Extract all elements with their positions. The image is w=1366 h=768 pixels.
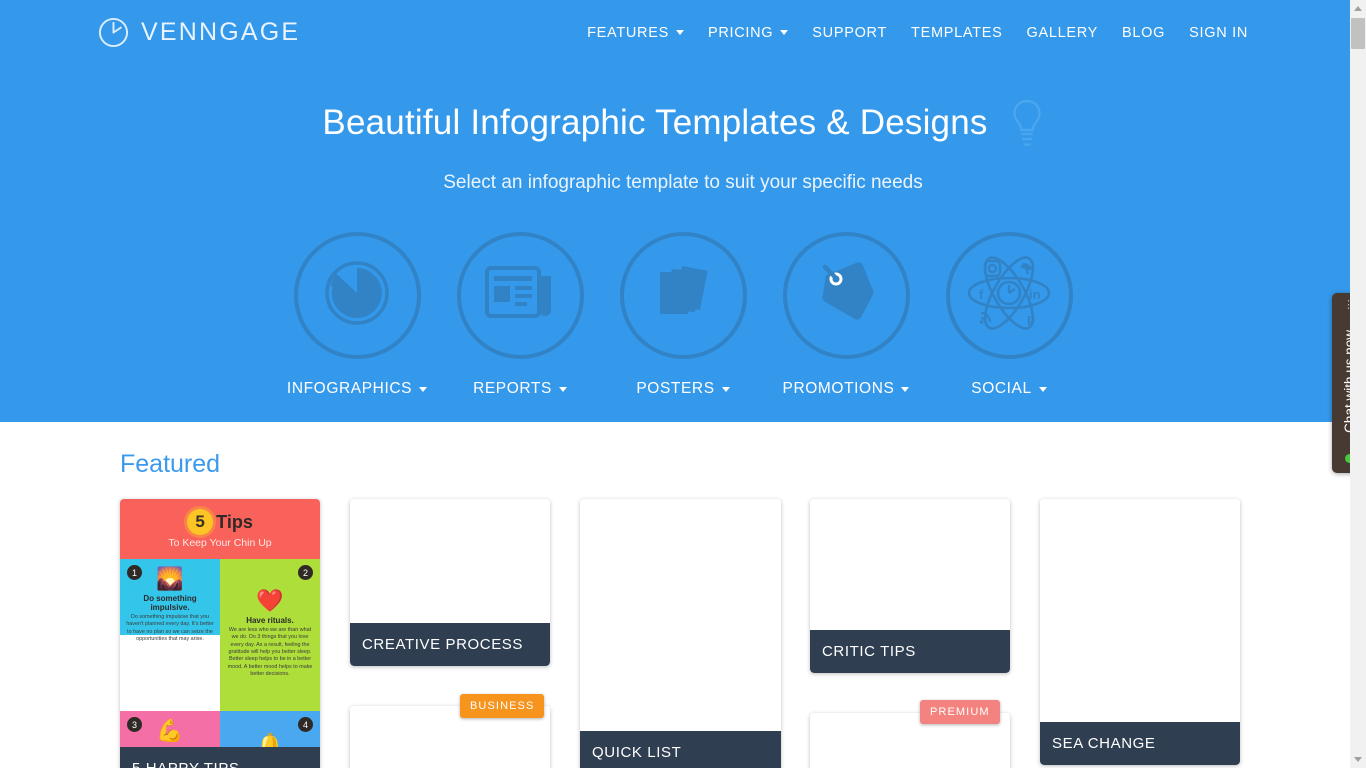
scroll-down-arrow-icon[interactable] xyxy=(1350,751,1366,768)
chevron-down-icon xyxy=(419,386,428,392)
template-card-creative-process[interactable]: CREATIVE PROCESS xyxy=(350,499,550,666)
category-nav: INFOGRAPHICS REPORTS POSTERS PROMOTIONS … xyxy=(0,232,1366,398)
category-promotions[interactable]: PROMOTIONS xyxy=(765,232,928,398)
nav-item-pricing[interactable]: PRICING xyxy=(696,17,800,49)
nav-label: GALLERY xyxy=(1026,24,1099,41)
nav-item-features[interactable]: FEATURES xyxy=(575,17,696,49)
stacked-pages-icon xyxy=(648,258,718,333)
pie-chart-icon xyxy=(319,255,395,336)
category-infographics[interactable]: INFOGRAPHICS xyxy=(276,232,439,398)
nav-item-support[interactable]: SUPPORT xyxy=(800,17,899,49)
template-card-sea-change[interactable]: SEA CHANGE xyxy=(1040,499,1240,765)
category-label-row: INFOGRAPHICS xyxy=(286,380,428,398)
page-title: Beautiful Infographic Templates & Design… xyxy=(322,103,988,142)
tip-heading: Do something impulsive. xyxy=(143,594,197,613)
nav-label: FEATURES xyxy=(587,24,669,41)
template-card-5-happy-tips[interactable]: 5 Tips To Keep Your Chin Up 1 🌄 Do somet… xyxy=(120,499,320,768)
featured-section: Featured 5 Tips To Keep Your Chin Up 1 🌄… xyxy=(0,422,1366,768)
infographic-tip-1: 1 🌄 Do something impulsive. Do something… xyxy=(120,559,220,642)
tip-number-badge: 4 xyxy=(298,717,313,732)
page-viewport: VENNGAGE FEATURES PRICING SUPPORT TEMPLA… xyxy=(0,0,1366,768)
newspaper-icon xyxy=(482,260,558,331)
nav-label: SUPPORT xyxy=(812,24,888,41)
badge-premium: PREMIUM xyxy=(920,700,1000,724)
chevron-down-icon xyxy=(721,386,730,392)
nav-label: TEMPLATES xyxy=(911,24,1003,41)
chevron-down-icon xyxy=(901,386,910,392)
social-atom-icon: t f in p xyxy=(965,251,1053,340)
sunburst-number-icon: 5 xyxy=(187,509,214,535)
category-posters[interactable]: POSTERS xyxy=(602,232,765,398)
category-icon-circle xyxy=(782,232,910,359)
category-icon-circle xyxy=(456,232,584,359)
scrollbar-thumb[interactable] xyxy=(1351,18,1365,49)
tip-body: We are less who we are than what we do. … xyxy=(227,627,313,677)
svg-text:p: p xyxy=(1027,311,1035,326)
price-tag-icon xyxy=(810,257,882,334)
tip-body: Do something impulsive that you haven't … xyxy=(126,614,214,643)
tip-heading: Have rituals. xyxy=(246,616,294,626)
chevron-down-icon xyxy=(558,386,567,392)
nav-item-sign-in[interactable]: SIGN IN xyxy=(1177,17,1260,49)
nav-item-gallery[interactable]: GALLERY xyxy=(1014,17,1110,49)
category-label-row: PROMOTIONS xyxy=(783,380,910,398)
nav-label: BLOG xyxy=(1122,24,1166,41)
infographic-title-word: Tips xyxy=(216,511,253,532)
tip-number-badge: 2 xyxy=(298,565,313,580)
brand-name: VENNGAGE xyxy=(141,18,301,46)
nav-item-templates[interactable]: TEMPLATES xyxy=(899,17,1014,49)
primary-nav-links: FEATURES PRICING SUPPORT TEMPLATES GALLE… xyxy=(575,17,1344,49)
infographic-header: 5 Tips To Keep Your Chin Up xyxy=(120,499,320,559)
category-label-row: REPORTS xyxy=(473,380,567,398)
tip-number-badge: 1 xyxy=(127,565,142,580)
category-icon-circle xyxy=(619,232,747,359)
clock-circle-logo-icon xyxy=(98,17,129,48)
category-label: PROMOTIONS xyxy=(782,380,895,397)
template-card-critic-tips[interactable]: CRITIC TIPS xyxy=(810,499,1010,673)
infographic-tip-2: 2 ❤️ Have rituals. We are less who we ar… xyxy=(220,559,320,711)
category-icon-circle xyxy=(293,232,421,359)
hero-title-row: Beautiful Infographic Templates & Design… xyxy=(0,96,1366,150)
card-title-critic-tips: CRITIC TIPS xyxy=(810,630,1010,673)
infographic-title-row: 5 Tips xyxy=(187,509,253,535)
nav-label: PRICING xyxy=(707,24,774,41)
category-label: POSTERS xyxy=(636,380,715,397)
category-label: REPORTS xyxy=(473,380,552,397)
chevron-down-icon xyxy=(675,30,684,35)
top-navigation-bar: VENNGAGE FEATURES PRICING SUPPORT TEMPLA… xyxy=(0,0,1366,65)
scroll-up-arrow-icon[interactable] xyxy=(1350,0,1366,17)
nav-item-blog[interactable]: BLOG xyxy=(1110,17,1177,49)
svg-text:f: f xyxy=(979,287,984,302)
chevron-down-icon xyxy=(780,30,789,35)
template-card-quick-list[interactable]: QUICK LIST xyxy=(580,499,781,768)
infographic-thumbnail: 5 Tips To Keep Your Chin Up 1 🌄 Do somet… xyxy=(120,499,320,768)
tip-number-badge: 3 xyxy=(127,717,142,732)
category-reports[interactable]: REPORTS xyxy=(439,232,602,398)
infographic-tip-grid: 1 🌄 Do something impulsive. Do something… xyxy=(120,559,320,768)
category-label: SOCIAL xyxy=(971,380,1032,397)
vertical-scrollbar[interactable] xyxy=(1350,0,1366,768)
card-title-sea-change: SEA CHANGE xyxy=(1040,722,1240,765)
lightbulb-icon xyxy=(1010,96,1044,150)
category-social[interactable]: t f in p SOCIAL xyxy=(928,232,1091,398)
hero-subtitle: Select an infographic template to suit y… xyxy=(443,172,923,193)
card-title-quick-list: QUICK LIST xyxy=(580,731,781,768)
hero-section: Beautiful Infographic Templates & Design… xyxy=(0,65,1366,422)
hearts-emoji-icon: ❤️ xyxy=(256,588,284,613)
card-title-creative-process: CREATIVE PROCESS xyxy=(350,623,550,666)
card-title-5-happy-tips: 5 HAPPY TIPS xyxy=(120,747,320,768)
chevron-down-icon xyxy=(1038,386,1047,392)
brand-logo-link[interactable]: VENNGAGE xyxy=(98,17,300,48)
category-label-row: POSTERS xyxy=(636,380,730,398)
svg-text:in: in xyxy=(1029,287,1041,302)
featured-heading: Featured xyxy=(120,450,221,478)
nav-label: SIGN IN xyxy=(1189,24,1248,41)
infographic-subtitle: To Keep Your Chin Up xyxy=(168,537,272,549)
card-thumbnail-placeholder xyxy=(580,499,781,768)
category-icon-circle: t f in p xyxy=(945,232,1073,359)
category-label-row: SOCIAL xyxy=(971,380,1047,398)
category-label: INFOGRAPHICS xyxy=(286,380,413,397)
badge-business: BUSINESS xyxy=(460,694,545,718)
